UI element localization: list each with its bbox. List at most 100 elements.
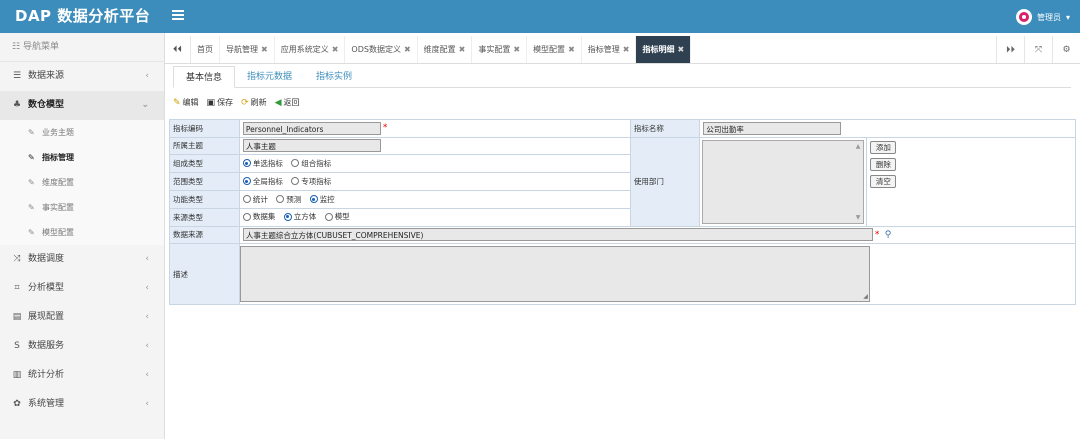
subtab-instances[interactable]: 指标实例 — [304, 66, 364, 87]
fullscreen-icon[interactable]: ⤧ — [1024, 36, 1052, 63]
sidebar-item-data-service[interactable]: S 数据服务 ‹ — [0, 332, 164, 361]
compose-label: 组成类型 — [169, 154, 240, 174]
save-icon: ▣ — [206, 97, 216, 108]
tabs-tools: ⏵⏵ ⤧ ⚙ — [996, 36, 1080, 63]
close-icon[interactable]: ✖ — [332, 45, 339, 54]
sidebar-item-analysis-model[interactable]: ⌗ 分析模型 ‹ — [0, 274, 164, 303]
close-icon[interactable]: ✖ — [261, 45, 268, 54]
code-input[interactable]: Personnel_Indicators — [242, 121, 381, 135]
code-label: 指标编码 — [169, 119, 240, 138]
desc-label: 描述 — [169, 243, 240, 305]
tab-home[interactable]: 首页 — [191, 36, 220, 63]
scroll-down-icon[interactable]: ▼ — [856, 214, 861, 221]
func-label: 功能类型 — [169, 189, 240, 209]
delete-dept-button[interactable]: 删除 — [870, 157, 897, 171]
sidebar-item-data-source[interactable]: ☰ 数据来源 ‹ — [0, 62, 164, 91]
required-mark: * — [382, 123, 388, 134]
indicator-form: 指标编码 Personnel_Indicators * 指标名称 公司出勤率 所属… — [169, 119, 1077, 305]
pencil-icon: ✎ — [28, 203, 35, 212]
page-tabs: 首页 导航管理 ✖ 应用系统定义 ✖ ODS数据定义 ✖ 维度配置 ✖ 事实配置 ✖ 模型… — [191, 36, 996, 63]
add-dept-button[interactable]: 添加 — [870, 140, 897, 154]
tab-fact-config[interactable]: 事实配置 ✖ — [472, 36, 528, 63]
theme-input[interactable]: 人事主题 — [242, 139, 381, 153]
subtab-basic-info[interactable]: 基本信息 — [173, 66, 236, 88]
source-cube-radio[interactable]: 立方体 — [283, 211, 316, 222]
main-content: 基本信息 指标元数据 指标实例 ✎ 编辑 ▣ 保存 ⟳ 刷新 ◀ 返回 指标编码 Per… — [165, 64, 1080, 439]
sidebar-subitem-dimension-config[interactable]: ✎ 维度配置 — [0, 170, 164, 195]
close-icon[interactable]: ✖ — [404, 45, 411, 54]
top-navbar: DAP 数据分析平台 管理员 ▾ — [0, 0, 1080, 33]
close-icon[interactable]: ✖ — [513, 45, 520, 54]
tab-indicator-detail[interactable]: 指标明细 ✖ — [636, 36, 692, 63]
user-menu[interactable]: 管理员 ▾ — [1015, 8, 1070, 26]
tab-app-system[interactable]: 应用系统定义 ✖ — [275, 36, 346, 63]
sidebar-subitem-indicator-management[interactable]: ✎ 指标管理 — [0, 145, 164, 170]
scroll-up-icon[interactable]: ▲ — [856, 143, 861, 150]
pencil-icon: ✎ — [173, 97, 181, 108]
sidebar-item-display-config[interactable]: ▤ 展现配置 ‹ — [0, 303, 164, 332]
radio-checked — [242, 159, 251, 168]
source-dataset-radio[interactable]: 数据集 — [242, 211, 275, 222]
display-icon: ▤ — [12, 312, 22, 322]
scope-global-radio[interactable]: 全局指标 — [242, 176, 283, 187]
close-icon[interactable]: ✖ — [677, 45, 684, 54]
func-monitor-radio[interactable]: 监控 — [309, 194, 335, 205]
shuffle-icon: ⤨ — [13, 254, 21, 264]
tab-nav-management[interactable]: 导航管理 ✖ — [220, 36, 275, 63]
radio-unchecked — [291, 177, 300, 186]
sidebar-item-data-scheduling[interactable]: ⤨ 数据调度 ‹ — [0, 245, 164, 274]
subtab-metadata[interactable]: 指标元数据 — [235, 66, 304, 87]
source-model-radio[interactable]: 模型 — [324, 211, 350, 222]
app-title: DAP 数据分析平台 — [15, 7, 151, 25]
page-tabs-bar: ⏴⏴ 首页 导航管理 ✖ 应用系统定义 ✖ ODS数据定义 ✖ 维度配置 ✖ 事实配置 ✖… — [165, 36, 1080, 64]
clear-dept-button[interactable]: 清空 — [870, 174, 897, 188]
tabs-scroll-left-icon[interactable]: ⏴⏴ — [165, 36, 191, 63]
sidebar-subitem-fact-config[interactable]: ✎ 事实配置 — [0, 195, 164, 220]
scope-special-radio[interactable]: 专项指标 — [291, 176, 331, 187]
dept-label: 使用部门 — [629, 136, 701, 227]
refresh-button[interactable]: ⟳ 刷新 — [241, 97, 267, 108]
radio-unchecked — [276, 195, 285, 204]
tab-dimension-config[interactable]: 维度配置 ✖ — [418, 36, 473, 63]
pencil-icon: ✎ — [28, 178, 35, 187]
description-textarea[interactable]: ◢ — [239, 246, 870, 302]
close-icon[interactable]: ✖ — [568, 45, 575, 54]
lookup-icon[interactable]: ⚲ — [885, 230, 892, 240]
datasource-input[interactable]: 人事主题综合立方体(CUBUSET_COMPREHENSIVE) — [242, 228, 873, 242]
user-name: 管理员 — [1036, 12, 1061, 22]
sidebar-item-system[interactable]: ✿ 系统管理 ‹ — [0, 390, 164, 419]
tab-ods-definition[interactable]: ODS数据定义 ✖ — [345, 36, 418, 63]
sidebar-item-statistics[interactable]: ▥ 统计分析 ‹ — [0, 361, 164, 390]
close-icon[interactable]: ✖ — [459, 45, 466, 54]
name-input[interactable]: 公司出勤率 — [703, 121, 842, 135]
func-forecast-radio[interactable]: 预测 — [276, 194, 301, 205]
close-icon[interactable]: ✖ — [623, 45, 630, 54]
sidebar-subitem-model-config[interactable]: ✎ 模型配置 — [0, 220, 164, 245]
radio-checked — [242, 177, 251, 186]
gear-icon[interactable]: ⚙ — [1052, 36, 1080, 63]
dept-listbox[interactable]: ▲ ▼ — [702, 139, 865, 224]
back-button[interactable]: ◀ 返回 — [275, 97, 300, 108]
menu-toggle-icon[interactable] — [172, 10, 184, 22]
tab-indicator-management[interactable]: 指标管理 ✖ — [582, 36, 637, 63]
compose-combined-radio[interactable]: 组合指标 — [291, 158, 331, 169]
bar-chart-icon: ▥ — [12, 370, 22, 380]
save-button[interactable]: ▣ 保存 — [207, 97, 234, 108]
edit-button[interactable]: ✎ 编辑 — [173, 97, 199, 108]
compose-single-radio[interactable]: 单选指标 — [242, 158, 283, 169]
required-mark: * — [874, 229, 880, 240]
form-toolbar: ✎ 编辑 ▣ 保存 ⟳ 刷新 ◀ 返回 — [173, 97, 300, 108]
chevron-down-icon: ⌄ — [141, 100, 149, 110]
radio-unchecked — [324, 212, 333, 221]
tab-model-config[interactable]: 模型配置 ✖ — [527, 36, 582, 63]
sidebar-subitem-business-theme[interactable]: ✎ 业务主题 — [0, 120, 164, 145]
resize-grip-icon[interactable]: ◢ — [863, 293, 868, 300]
radio-unchecked — [242, 195, 251, 204]
source-type-label: 来源类型 — [169, 207, 240, 227]
theme-label: 所属主题 — [169, 136, 240, 156]
sidebar-item-warehouse-model[interactable]: ♣ 数仓模型 ⌄ — [0, 91, 164, 120]
func-stat-radio[interactable]: 统计 — [242, 194, 268, 205]
tabs-scroll-right-icon[interactable]: ⏵⏵ — [996, 36, 1024, 63]
scope-label: 范围类型 — [169, 172, 240, 191]
chevron-left-icon: ‹ — [145, 341, 149, 351]
